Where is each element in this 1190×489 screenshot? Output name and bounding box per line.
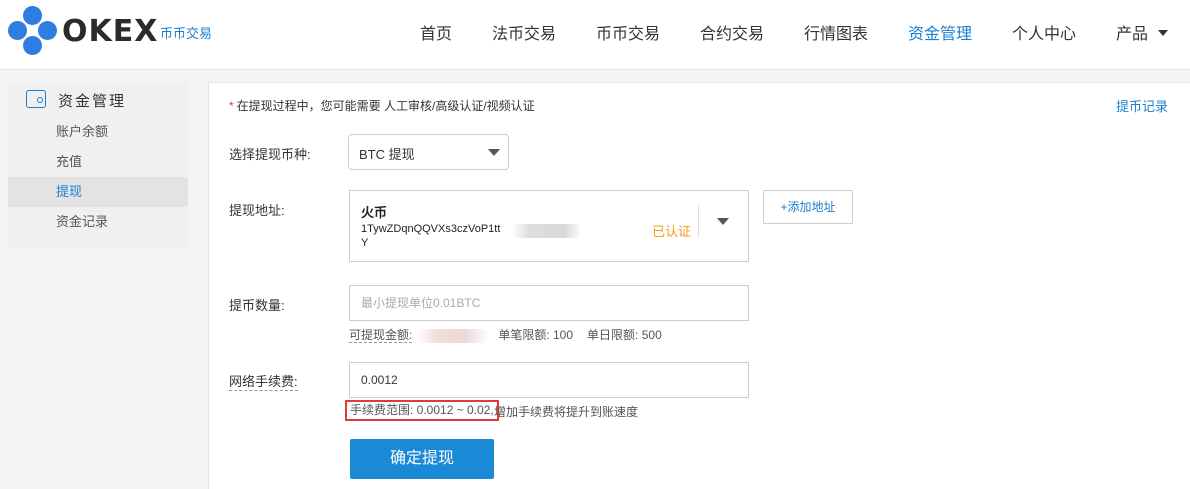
amount-label: 提币数量: — [229, 298, 285, 313]
wallet-icon — [26, 90, 46, 108]
address-name: 火币 — [361, 205, 388, 220]
available-amount-redaction — [416, 328, 489, 343]
okex-logo[interactable]: OKEX — [8, 6, 157, 58]
chevron-down-icon — [717, 218, 729, 225]
funds-sidebar: 资金管理 账户余额 充值 提现 资金记录 — [8, 82, 188, 247]
top-header: OKEX 币币交易 首页 法币交易 币币交易 合约交易 行情图表 资金管理 个人… — [0, 0, 1190, 70]
verified-badge: 已认证 — [652, 224, 692, 239]
sidebar-item-withdraw[interactable]: 提现 — [8, 177, 188, 207]
logo-text: OKEX — [62, 14, 159, 49]
notice-text: 在提现过程中，您可能需要 人工审核/高级认证/视频认证 — [236, 99, 535, 113]
nav-futures[interactable]: 合约交易 — [700, 20, 764, 44]
nav-products-label: 产品 — [1116, 26, 1149, 43]
chevron-down-icon — [1158, 29, 1169, 36]
verification-notice: * 在提现过程中，您可能需要 人工审核/高级认证/视频认证 — [229, 97, 535, 114]
logo-mark-icon — [8, 6, 58, 56]
daily-limit: 单日限额: 500 — [587, 328, 662, 342]
add-address-button[interactable]: +添加地址 — [763, 190, 853, 224]
withdraw-records-link[interactable]: 提币记录 — [1116, 96, 1168, 115]
address-redaction — [512, 224, 582, 238]
chevron-down-icon — [488, 149, 500, 156]
sidebar-item-records[interactable]: 资金记录 — [8, 207, 188, 237]
nav-funds[interactable]: 资金管理 — [908, 20, 972, 44]
logo-subtitle: 币币交易 — [160, 26, 213, 41]
fee-range-highlight: 手续费范围: 0.0012 ~ 0.02, — [345, 400, 499, 421]
nav-home[interactable]: 首页 — [420, 20, 452, 44]
amount-input[interactable]: 最小提现单位0.01BTC — [349, 285, 749, 321]
address-label: 提现地址: — [229, 203, 285, 218]
fee-label: 网络手续费: — [229, 371, 298, 391]
address-line-1: 1TywZDqnQQVXs3czVoP1tt — [361, 223, 501, 235]
amount-limits: 可提现金额: 单笔限额: 100 单日限额: 500 — [349, 326, 662, 343]
address-line-2: Y — [361, 237, 369, 249]
required-star: * — [229, 99, 234, 113]
withdraw-panel: * 在提现过程中，您可能需要 人工审核/高级认证/视频认证 提币记录 选择提现币种… — [208, 82, 1190, 489]
nav-account[interactable]: 个人中心 — [1012, 20, 1076, 44]
fee-tip: 增加手续费将提升到账速度 — [494, 405, 639, 419]
nav-fiat-trade[interactable]: 法币交易 — [492, 20, 556, 44]
address-select[interactable]: 火币 1TywZDqnQQVXs3czVoP1tt Y 已认证 — [349, 190, 749, 262]
nav-coin-trade[interactable]: 币币交易 — [596, 20, 660, 44]
currency-label: 选择提现币种: — [229, 147, 311, 162]
currency-select[interactable]: BTC 提现 — [348, 134, 509, 170]
nav-products[interactable]: 产品 — [1116, 20, 1169, 44]
confirm-withdraw-button[interactable]: 确定提现 — [350, 439, 494, 479]
sidebar-item-deposit[interactable]: 充值 — [8, 147, 188, 177]
main-nav: 首页 法币交易 币币交易 合约交易 行情图表 资金管理 个人中心 产品 — [400, 0, 1190, 64]
sidebar-item-balance[interactable]: 账户余额 — [8, 117, 188, 147]
fee-input[interactable]: 0.0012 — [349, 362, 749, 398]
divider — [698, 205, 699, 237]
single-limit: 单笔限额: 100 — [498, 328, 574, 342]
currency-select-value: BTC 提现 — [359, 147, 415, 162]
available-amount-label: 可提现金额: — [349, 328, 413, 343]
sidebar-title: 资金管理 — [58, 93, 127, 110]
nav-charts[interactable]: 行情图表 — [804, 20, 868, 44]
